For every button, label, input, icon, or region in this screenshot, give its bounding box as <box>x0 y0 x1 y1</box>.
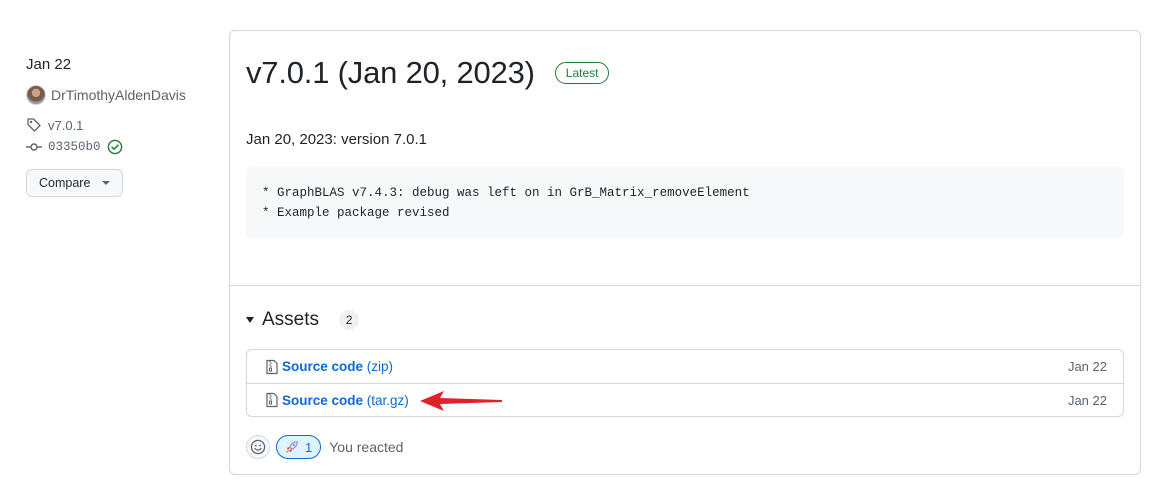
rocket-icon <box>286 441 298 453</box>
asset-name[interactable]: Source code <box>282 359 363 374</box>
compare-label: Compare <box>39 176 91 190</box>
assets-toggle[interactable]: Assets 2 <box>246 309 360 331</box>
compare-button[interactable]: Compare <box>26 169 124 197</box>
release-header: v7.0.1 (Jan 20, 2023) Latest <box>246 55 610 91</box>
asset-name[interactable]: Source code <box>282 393 363 408</box>
triangle-down-icon <box>246 317 254 323</box>
asset-ext[interactable]: (tar.gz) <box>367 393 409 408</box>
release-meta: Jan 22 DrTimothyAldenDavis v7.0.1 03350b… <box>26 56 206 197</box>
add-reaction-button[interactable] <box>246 435 270 459</box>
release-date: Jan 22 <box>26 56 72 73</box>
commit-sha[interactable]: 03350b0 <box>48 140 101 154</box>
divider <box>230 285 1140 286</box>
asset-date: Jan 22 <box>1067 392 1107 408</box>
commit-icon <box>26 143 42 151</box>
tag-label[interactable]: v7.0.1 <box>48 118 83 133</box>
author-name[interactable]: DrTimothyAldenDavis <box>51 87 186 103</box>
assets-list: Source code (zip) Jan 22 Source code (ta… <box>246 349 1124 417</box>
assets-count: 2 <box>339 310 360 330</box>
author-link[interactable]: DrTimothyAldenDavis <box>26 85 206 105</box>
asset-row-zip: Source code (zip) Jan 22 <box>247 350 1123 383</box>
latest-badge: Latest <box>554 62 610 84</box>
smiley-icon <box>250 439 266 455</box>
verified-check-icon[interactable] <box>107 139 123 155</box>
rocket-reaction-button[interactable]: 1 <box>276 435 322 459</box>
tag-icon <box>27 118 41 132</box>
tag-link[interactable]: v7.0.1 <box>26 117 206 133</box>
avatar[interactable] <box>26 85 46 105</box>
annotation-arrow-icon <box>420 391 502 411</box>
code-line: * Example package revised <box>262 206 450 220</box>
assets-title[interactable]: Assets <box>262 309 319 331</box>
release-notes-code: * GraphBLAS v7.4.3: debug was left on in… <box>246 167 1124 238</box>
source-code-targz-link[interactable]: Source code (tar.gz) <box>282 393 409 408</box>
asset-row-targz: Source code (tar.gz) Jan 22 <box>247 383 1123 416</box>
release-body: Jan 20, 2023: version 7.0.1 <box>246 131 427 148</box>
rocket-count: 1 <box>305 439 313 455</box>
source-code-zip-link[interactable]: Source code (zip) <box>282 359 393 374</box>
release-title[interactable]: v7.0.1 (Jan 20, 2023) <box>246 55 535 91</box>
commit-link[interactable]: 03350b0 <box>26 139 206 155</box>
code-line: * GraphBLAS v7.4.3: debug was left on in… <box>262 186 750 200</box>
reactions-bar: 1 You reacted <box>246 435 403 459</box>
asset-ext[interactable]: (zip) <box>367 359 393 374</box>
file-zip-icon <box>266 392 278 408</box>
chevron-down-icon <box>102 181 111 185</box>
asset-date: Jan 22 <box>1067 359 1107 374</box>
reacted-text: You reacted <box>329 439 404 455</box>
file-zip-icon <box>266 359 278 374</box>
release-card: v7.0.1 (Jan 20, 2023) Latest Jan 20, 202… <box>229 30 1141 475</box>
